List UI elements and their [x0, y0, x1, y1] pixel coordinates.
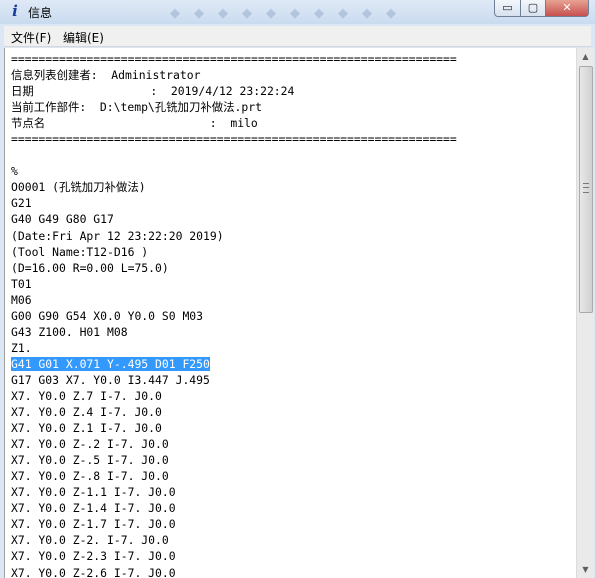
text-line[interactable]: T01 [11, 276, 457, 292]
text-line[interactable]: ========================================… [11, 131, 457, 147]
text-line-content: (Date:Fri Apr 12 23:22:20 2019) [11, 228, 224, 243]
text-line-content: X7. Y0.0 Z-1.4 I-7. J0.0 [11, 501, 176, 516]
text-line[interactable]: ========================================… [11, 51, 457, 67]
text-line-content: X7. Y0.0 Z.7 I-7. J0.0 [11, 388, 162, 403]
text-line-content: G43 Z100. H01 M08 [11, 324, 128, 339]
text-line[interactable]: 节点名 : milo [11, 115, 457, 131]
text-line[interactable]: X7. Y0.0 Z-1.4 I-7. J0.0 [11, 500, 457, 516]
text-line[interactable]: X7. Y0.0 Z-.2 I-7. J0.0 [11, 436, 457, 452]
text-line[interactable]: G43 Z100. H01 M08 [11, 324, 457, 340]
text-line-content: X7. Y0.0 Z-1.1 I-7. J0.0 [11, 485, 176, 500]
text-line[interactable]: X7. Y0.0 Z-2.3 I-7. J0.0 [11, 548, 457, 564]
window-title: 信息 [28, 6, 53, 20]
text-line-content: 当前工作部件: D:\temp\孔铣加刀补做法.prt [11, 100, 262, 115]
text-line-content: O0001 (孔铣加刀补做法) [11, 180, 146, 195]
selected-text-line[interactable]: G41 G01 X.071 Y-.495 D01 F250 [11, 356, 457, 372]
text-line-content: G00 G90 G54 X0.0 Y0.0 S0 M03 [11, 308, 204, 323]
down-arrow-icon[interactable]: ▼ [579, 563, 592, 576]
text-line[interactable]: 当前工作部件: D:\temp\孔铣加刀补做法.prt [11, 99, 457, 115]
text-line-content: M06 [11, 292, 32, 307]
info-text-area[interactable]: ========================================… [4, 48, 577, 578]
vertical-scrollbar[interactable]: ▲ ▼ [576, 48, 594, 578]
maximize-button[interactable]: ▢ [521, 0, 546, 17]
text-line[interactable] [11, 147, 457, 163]
text-line[interactable]: (D=16.00 R=0.00 L=75.0) [11, 260, 457, 276]
text-line-content: (Tool Name:T12-D16 ) [11, 244, 149, 259]
text-line-content: X7. Y0.0 Z.1 I-7. J0.0 [11, 421, 162, 436]
text-line[interactable]: X7. Y0.0 Z-2. I-7. J0.0 [11, 532, 457, 548]
text-line-content: 节点名 : milo [11, 116, 258, 131]
text-line-content: X7. Y0.0 Z-.5 I-7. J0.0 [11, 453, 169, 468]
text-line[interactable]: 日期 : 2019/4/12 23:22:24 [11, 83, 457, 99]
window-controls: ▭ ▢ ✕ [494, 0, 589, 18]
text-line-content: X7. Y0.0 Z-.2 I-7. J0.0 [11, 437, 169, 452]
close-button[interactable]: ✕ [546, 0, 589, 17]
text-line[interactable]: M06 [11, 292, 457, 308]
text-line-content: G41 G01 X.071 Y-.495 D01 F250 [11, 356, 210, 371]
text-line[interactable]: (Date:Fri Apr 12 23:22:20 2019) [11, 228, 457, 244]
text-line-content: G40 G49 G80 G17 [11, 212, 114, 227]
grip-icon [583, 183, 589, 193]
text-line-content: X7. Y0.0 Z.4 I-7. J0.0 [11, 405, 162, 420]
text-line[interactable]: X7. Y0.0 Z-2.6 I-7. J0.0 [11, 565, 457, 578]
text-line-content: ========================================… [11, 52, 457, 66]
menu-file[interactable]: 文件(F) [11, 29, 51, 46]
text-line[interactable]: X7. Y0.0 Z-1.7 I-7. J0.0 [11, 516, 457, 532]
text-lines: ========================================… [11, 51, 457, 578]
text-line[interactable]: % [11, 163, 457, 179]
text-line[interactable]: X7. Y0.0 Z-.5 I-7. J0.0 [11, 452, 457, 468]
text-line-content: G21 [11, 196, 32, 211]
menu-edit[interactable]: 编辑(E) [63, 29, 104, 46]
background-toolbar-icons: ◆◆◆◆◆◆◆◆◆◆ [170, 5, 410, 20]
text-line[interactable]: G40 G49 G80 G17 [11, 211, 457, 227]
menu-bar: 文件(F) 编辑(E) [4, 26, 591, 47]
text-line-content: 日期 : 2019/4/12 23:22:24 [11, 84, 295, 99]
text-line-content: X7. Y0.0 Z-2. I-7. J0.0 [11, 533, 169, 548]
text-line-content: X7. Y0.0 Z-2.6 I-7. J0.0 [11, 565, 176, 578]
text-line-content: 信息列表创建者: Administrator [11, 68, 201, 83]
scrollbar-thumb[interactable] [579, 66, 593, 313]
up-arrow-icon[interactable]: ▲ [579, 50, 592, 63]
text-line[interactable]: (Tool Name:T12-D16 ) [11, 244, 457, 260]
minimize-button[interactable]: ▭ [494, 0, 521, 17]
text-line[interactable]: X7. Y0.0 Z.4 I-7. J0.0 [11, 404, 457, 420]
text-line-content: Z1. [11, 340, 32, 355]
text-line-content: ========================================… [11, 132, 457, 147]
text-line-content: X7. Y0.0 Z-2.3 I-7. J0.0 [11, 549, 176, 564]
text-line[interactable]: X7. Y0.0 Z-.8 I-7. J0.0 [11, 468, 457, 484]
text-line[interactable]: Z1. [11, 340, 457, 356]
text-line-content: G17 G03 X7. Y0.0 I3.447 J.495 [11, 372, 210, 387]
text-line[interactable]: G17 G03 X7. Y0.0 I3.447 J.495 [11, 372, 457, 388]
text-line-content: X7. Y0.0 Z-1.7 I-7. J0.0 [11, 517, 176, 532]
text-line-content: X7. Y0.0 Z-.8 I-7. J0.0 [11, 469, 169, 484]
text-line-content: (D=16.00 R=0.00 L=75.0) [11, 260, 169, 275]
title-bar[interactable]: i 信息 ◆◆◆◆◆◆◆◆◆◆ ▭ ▢ ✕ [0, 0, 595, 24]
text-line[interactable]: X7. Y0.0 Z.1 I-7. J0.0 [11, 420, 457, 436]
text-line[interactable]: O0001 (孔铣加刀补做法) [11, 179, 457, 195]
text-line-content: % [11, 164, 18, 179]
text-line[interactable]: X7. Y0.0 Z-1.1 I-7. J0.0 [11, 484, 457, 500]
text-line[interactable]: G00 G90 G54 X0.0 Y0.0 S0 M03 [11, 308, 457, 324]
info-icon: i [12, 2, 18, 20]
text-line[interactable]: G21 [11, 195, 457, 211]
text-line[interactable]: 信息列表创建者: Administrator [11, 67, 457, 83]
text-line[interactable]: X7. Y0.0 Z.7 I-7. J0.0 [11, 388, 457, 404]
text-line-content: T01 [11, 276, 32, 291]
